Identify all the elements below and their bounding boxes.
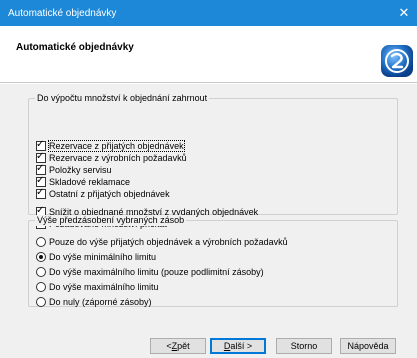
radio[interactable]	[36, 282, 46, 292]
checkbox[interactable]: ✓	[36, 139, 46, 151]
radio[interactable]	[36, 297, 46, 307]
checkbox-label: Ostatní z přijatých objednávek	[49, 189, 170, 199]
next-button-label: alší >	[230, 341, 253, 351]
checkbox-label: Rezervace z výrobních požadavků	[49, 153, 187, 163]
title-bar: Automatické objednávky ✕	[0, 0, 417, 26]
checkbox[interactable]: ✓	[36, 151, 46, 163]
window-title: Automatické objednávky	[8, 7, 117, 19]
prestock-group-legend: Výše předzásobení vybraných zásob	[35, 215, 187, 226]
radio-label: Do nuly (záporné zásoby)	[49, 297, 152, 307]
radio[interactable]	[36, 267, 46, 277]
checkbox[interactable]: ✓	[36, 175, 46, 187]
back-button[interactable]: < Zpět	[150, 338, 206, 354]
page-heading: Automatické objednávky	[16, 42, 134, 53]
next-button[interactable]: Další >	[210, 338, 266, 354]
include-group-legend: Do výpočtu množství k objednání zahrnout	[35, 93, 210, 104]
radio[interactable]	[36, 252, 46, 262]
radio-label: Do výše maximálního limitu (pouze podlim…	[49, 267, 264, 277]
back-button-label: pět	[177, 341, 190, 351]
wizard-logo-icon	[381, 45, 413, 77]
radio-to-zero[interactable]: Do nuly (záporné zásoby)	[36, 296, 152, 308]
checkbox-other-orders[interactable]: ✓ Ostatní z přijatých objednávek	[36, 187, 170, 200]
button-bar: < Zpět Další > Storno Nápověda	[0, 336, 417, 358]
checkbox-service-items[interactable]: ✓ Položky servisu	[36, 163, 112, 176]
cancel-button[interactable]: Storno	[276, 338, 332, 354]
cancel-button-label: Storno	[290, 341, 318, 351]
checkbox[interactable]: ✓	[36, 163, 46, 175]
radio-min-limit[interactable]: Do výše minimálního limitu	[36, 251, 156, 263]
radio-only-orders-requirements[interactable]: Pouze do výše přijatých objednávek a výr…	[36, 236, 288, 248]
help-button-label: Nápověda	[347, 341, 389, 351]
help-button[interactable]: Nápověda	[340, 338, 396, 354]
checkbox-reservations-orders[interactable]: ✓ Rezervace z přijatých objednávek	[36, 139, 185, 152]
radio-max-limit-below[interactable]: Do výše maximálního limitu (pouze podlim…	[36, 266, 264, 278]
radio-max-limit[interactable]: Do výše maximálního limitu	[36, 281, 159, 293]
wizard-content: Do výpočtu množství k objednání zahrnout…	[0, 84, 417, 336]
close-button[interactable]: ✕	[391, 0, 417, 26]
wizard-header: Automatické objednávky	[0, 26, 417, 83]
checkbox-label: Rezervace z přijatých objednávek	[48, 140, 185, 152]
checkbox-stock-claims[interactable]: ✓ Skladové reklamace	[36, 175, 131, 188]
checkbox-label: Položky servisu	[49, 165, 112, 175]
prestock-group: Výše předzásobení vybraných zásob	[28, 215, 398, 307]
radio-label: Pouze do výše přijatých objednávek a výr…	[49, 237, 288, 247]
radio-label: Do výše minimálního limitu	[49, 252, 157, 262]
checkbox[interactable]: ✓	[36, 187, 46, 199]
radio[interactable]	[36, 237, 46, 247]
checkbox-reservations-production[interactable]: ✓ Rezervace z výrobních požadavků	[36, 151, 187, 164]
checkbox-label: Skladové reklamace	[49, 177, 131, 187]
radio-label: Do výše maximálního limitu	[49, 282, 159, 292]
